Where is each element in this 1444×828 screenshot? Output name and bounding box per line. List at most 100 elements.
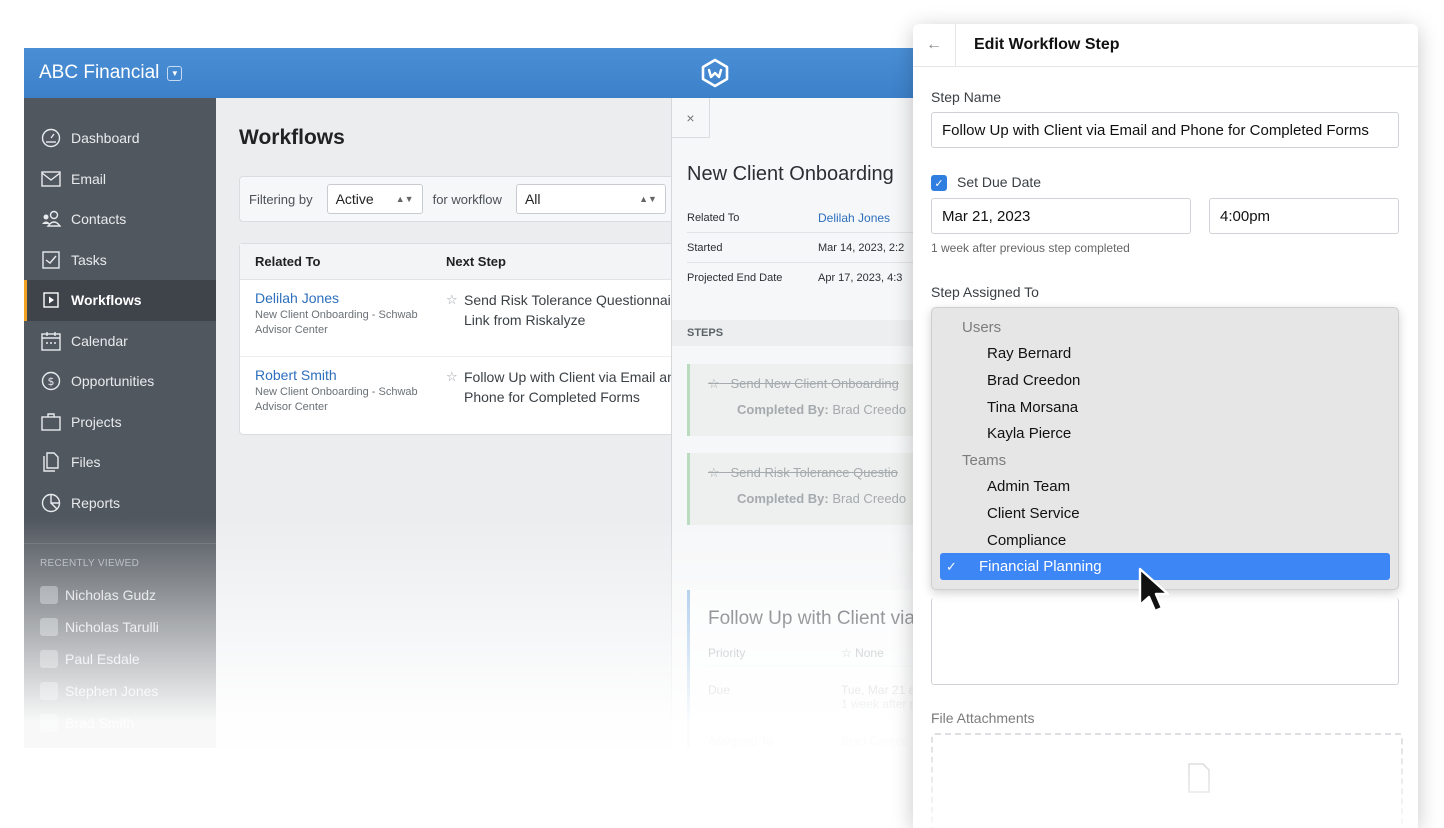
workflow-filter-select[interactable]: All ▲▼ xyxy=(515,184,666,214)
recent-item[interactable]: Stephen Jones xyxy=(24,675,216,707)
sidebar-item-label: Dashboard xyxy=(71,130,140,147)
select-arrows-icon: ▲▼ xyxy=(395,194,414,204)
set-due-date-checkbox[interactable]: ✓ xyxy=(931,175,947,191)
recent-item[interactable]: Nicholas Gudz xyxy=(24,579,216,611)
sidebar-item-label: Opportunities xyxy=(71,373,155,390)
sidebar-item-calendar[interactable]: Calendar xyxy=(24,321,216,362)
table-row[interactable]: Robert Smith New Client Onboarding - Sch… xyxy=(240,357,698,434)
avatar xyxy=(40,586,58,604)
step-title: Send New Client Onboarding xyxy=(730,376,899,391)
play-icon xyxy=(40,289,62,311)
sidebar-item-tasks[interactable]: Tasks xyxy=(24,240,216,281)
briefcase-icon xyxy=(40,411,62,433)
close-icon[interactable]: × xyxy=(672,98,710,138)
dashboard-icon xyxy=(40,127,62,149)
workflows-main: Workflows Filtering by Active ▲▼ for work… xyxy=(216,98,699,748)
brand-switcher[interactable]: ABC Financial ▼ xyxy=(39,62,183,84)
next-step: Follow Up with Client via Email and Phon… xyxy=(464,369,683,405)
select-arrows-icon: ▲▼ xyxy=(639,194,657,204)
status-filter-select[interactable]: Active ▲▼ xyxy=(326,184,423,214)
dropdown-option[interactable]: Tina Morsana xyxy=(940,394,1390,421)
back-arrow-icon[interactable]: ← xyxy=(913,24,956,67)
wealthbox-logo-icon[interactable] xyxy=(700,58,730,88)
related-contact-link[interactable]: Delilah Jones xyxy=(818,211,890,225)
recent-item[interactable]: Paul Esdale xyxy=(24,643,216,675)
assignee-dropdown[interactable]: Users Ray Bernard Brad Creedon Tina Mors… xyxy=(931,307,1399,590)
chevron-down-icon: ▼ xyxy=(167,65,183,81)
page-title: Workflows xyxy=(239,126,345,149)
star-icon: ☆ xyxy=(708,465,720,480)
contact-link[interactable]: Delilah Jones xyxy=(255,290,446,306)
sidebar-item-opportunities[interactable]: $ Opportunities xyxy=(24,361,216,402)
recent-item[interactable]: Nicholas Tarulli xyxy=(24,611,216,643)
step-name-label: Step Name xyxy=(931,89,1002,105)
sidebar-item-projects[interactable]: Projects xyxy=(24,402,216,443)
star-icon: ☆ xyxy=(708,376,720,391)
mouse-pointer-icon xyxy=(1138,567,1170,613)
envelope-icon xyxy=(40,168,62,190)
recent-item[interactable]: Brad Smith xyxy=(24,707,216,739)
sidebar-item-email[interactable]: Email xyxy=(24,159,216,200)
brand-name: ABC Financial xyxy=(39,62,160,83)
contacts-icon xyxy=(40,208,62,230)
avatar xyxy=(40,650,58,668)
due-date-input[interactable]: Mar 21, 2023 xyxy=(931,198,1191,234)
dropdown-option[interactable]: Ray Bernard xyxy=(940,341,1390,368)
file-drop-zone[interactable] xyxy=(931,733,1403,828)
next-step: Send Risk Tolerance Questionnaire Link f… xyxy=(464,292,684,328)
dropdown-option[interactable]: Compliance xyxy=(940,527,1390,554)
pie-chart-icon xyxy=(40,492,62,514)
workflows-table: Related To Next Step Delilah Jones New C… xyxy=(239,243,699,435)
set-due-date-label: Set Due Date xyxy=(957,174,1042,190)
dropdown-option[interactable]: Client Service xyxy=(940,500,1390,527)
sidebar-item-label: Projects xyxy=(71,413,122,430)
sidebar-item-label: Workflows xyxy=(71,292,142,309)
sidebar-item-contacts[interactable]: Contacts xyxy=(24,199,216,240)
file-upload-icon xyxy=(1188,763,1210,793)
sidebar-item-label: Contacts xyxy=(71,211,127,228)
files-icon xyxy=(40,451,62,473)
checkmark-icon: ✓ xyxy=(946,558,957,574)
avatar xyxy=(40,682,58,700)
sidebar-item-label: Reports xyxy=(71,494,121,511)
star-icon[interactable]: ☆ xyxy=(446,367,464,424)
column-header[interactable]: Related To xyxy=(240,254,446,269)
sidebar-item-workflows[interactable]: Workflows xyxy=(24,280,216,321)
dropdown-option[interactable]: Brad Creedon xyxy=(940,367,1390,394)
due-time-input[interactable]: 4:00pm xyxy=(1209,198,1399,234)
star-icon[interactable]: ☆ xyxy=(446,290,464,346)
workflow-name: New Client Onboarding - Schwab Advisor C… xyxy=(255,309,418,336)
sidebar: Dashboard Email Contacts Tasks Workflows… xyxy=(24,98,216,748)
svg-text:$: $ xyxy=(48,375,55,388)
avatar xyxy=(40,618,58,636)
dollar-icon: $ xyxy=(40,370,62,392)
filter-bar: Filtering by Active ▲▼ for workflow All ▲▼ xyxy=(239,176,699,222)
workflow-name: New Client Onboarding - Schwab Advisor C… xyxy=(255,386,418,413)
checkbox-icon xyxy=(40,249,62,271)
workflow-filter-label: for workflow xyxy=(432,191,502,207)
app-window: ABC Financial ▼ Dashboard Email Contacts… xyxy=(24,48,1024,748)
avatar xyxy=(40,714,58,732)
sidebar-item-files[interactable]: Files xyxy=(24,442,216,483)
recently-viewed-title: RECENTLY VIEWED xyxy=(40,558,140,569)
table-row[interactable]: Delilah Jones New Client Onboarding - Sc… xyxy=(240,280,698,357)
step-title: Send Risk Tolerance Questio xyxy=(730,465,898,480)
due-date-hint: 1 week after previous step completed xyxy=(931,241,1130,255)
sidebar-item-reports[interactable]: Reports xyxy=(24,483,216,524)
filter-label: Filtering by xyxy=(249,191,313,207)
panel-header: ← Edit Workflow Step xyxy=(913,24,1418,67)
column-header[interactable]: Next Step xyxy=(446,254,506,269)
sidebar-item-label: Calendar xyxy=(71,332,128,349)
edit-workflow-step-panel: ← Edit Workflow Step Step Name Follow Up… xyxy=(913,24,1418,828)
sidebar-item-dashboard[interactable]: Dashboard xyxy=(24,118,216,159)
contact-link[interactable]: Robert Smith xyxy=(255,367,446,383)
dropdown-option[interactable]: Kayla Pierce xyxy=(940,420,1390,447)
dropdown-group-label: Teams xyxy=(962,451,1007,469)
calendar-icon xyxy=(40,330,62,352)
sidebar-item-label: Tasks xyxy=(71,251,107,268)
top-bar: ABC Financial ▼ xyxy=(24,48,1024,98)
dropdown-option[interactable]: Admin Team xyxy=(940,474,1390,501)
panel-title: Edit Workflow Step xyxy=(974,36,1120,53)
step-name-input[interactable]: Follow Up with Client via Email and Phon… xyxy=(931,112,1399,148)
table-header: Related To Next Step xyxy=(240,244,698,280)
